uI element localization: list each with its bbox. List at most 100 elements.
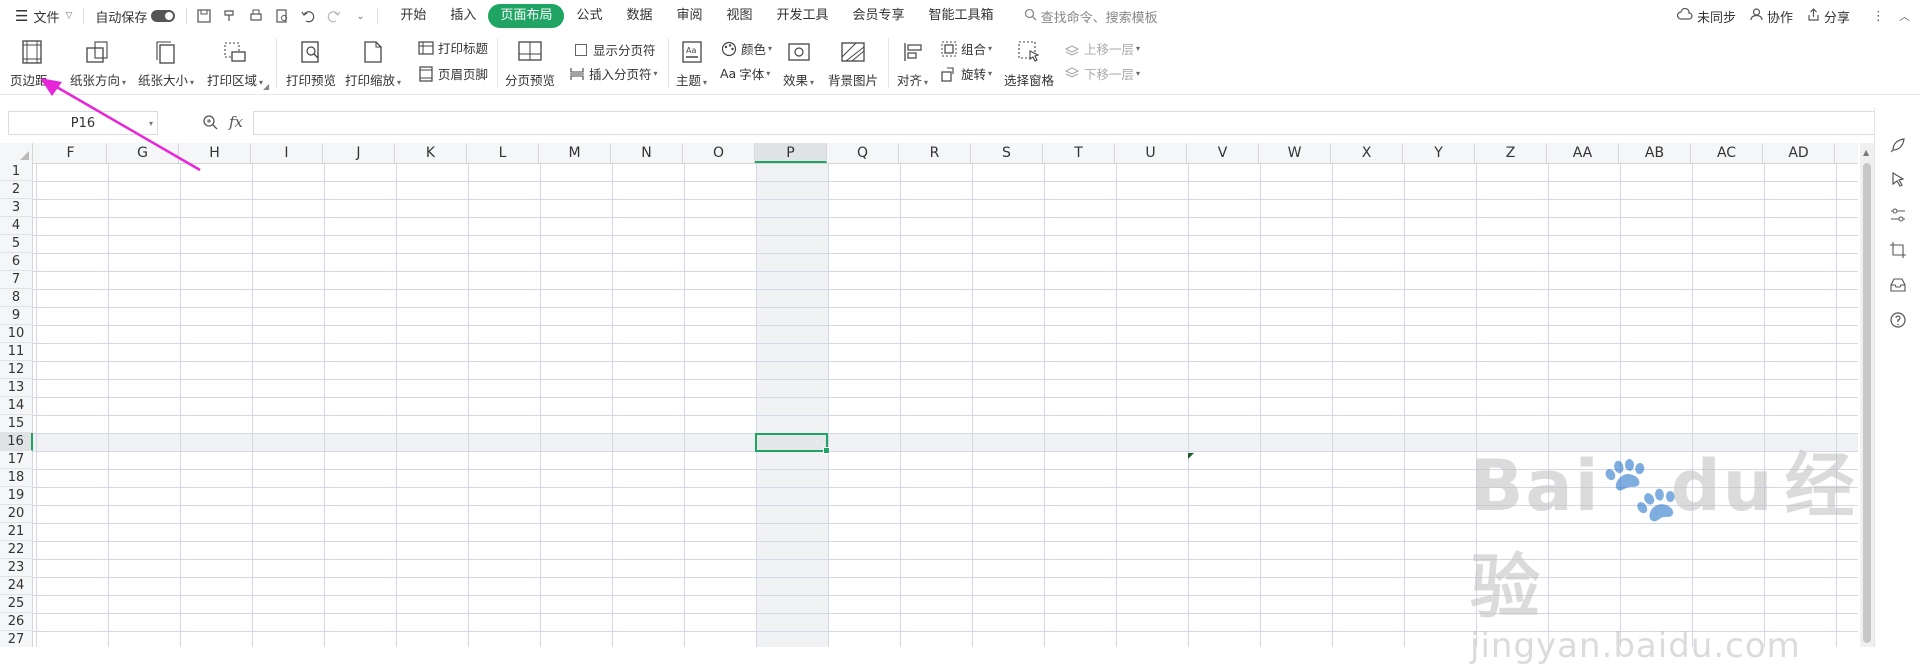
paper-size-button[interactable]: 纸张大小 ▾ — [138, 38, 194, 89]
command-search[interactable]: 查找命令、搜索模板 — [1024, 7, 1158, 26]
row-header[interactable]: 9 — [0, 307, 33, 325]
dialog-launcher-icon[interactable]: ◢ — [263, 82, 269, 91]
print-icon[interactable] — [248, 8, 264, 24]
tab-developer[interactable]: 开发工具 — [765, 4, 841, 28]
print-area-button[interactable]: 打印区域 ▾ — [207, 38, 263, 89]
align-button[interactable]: 对齐 ▾ — [897, 38, 928, 89]
customize-quick-access-icon[interactable]: ⌄ — [352, 8, 368, 24]
column-header[interactable]: Y — [1403, 143, 1475, 163]
column-header[interactable]: S — [971, 143, 1043, 163]
row-header[interactable]: 4 — [0, 217, 33, 235]
crop-transform-icon[interactable] — [1889, 241, 1907, 259]
row-header[interactable]: 7 — [0, 271, 33, 289]
bring-forward-button[interactable]: 上移一层 ▾ — [1063, 39, 1140, 58]
file-menu[interactable]: ☰ 文件 ▽ — [8, 4, 79, 28]
colors-button[interactable]: 颜色 ▾ — [720, 39, 772, 58]
redo-icon[interactable] — [326, 8, 342, 24]
column-header[interactable]: N — [611, 143, 683, 163]
print-scale-button[interactable]: 打印缩放 ▾ — [345, 38, 401, 89]
row-header[interactable]: 27 — [0, 631, 33, 647]
more-options-icon[interactable]: ⋮ — [1872, 9, 1885, 24]
send-backward-button[interactable]: 下移一层 ▾ — [1063, 64, 1140, 83]
insert-page-break-button[interactable]: 插入分页符 ▾ — [568, 64, 658, 83]
collab-button[interactable]: 协作 — [1750, 7, 1793, 26]
tab-insert[interactable]: 插入 — [438, 4, 488, 28]
row-header[interactable]: 5 — [0, 235, 33, 253]
row-header[interactable]: 21 — [0, 523, 33, 541]
column-header[interactable]: I — [251, 143, 323, 163]
tab-page-layout[interactable]: 页面布局 — [488, 4, 565, 28]
tab-review[interactable]: 审阅 — [664, 4, 714, 28]
name-box[interactable]: P16 ▾ — [8, 111, 158, 135]
column-header[interactable]: Z — [1475, 143, 1547, 163]
row-header[interactable]: 1 — [0, 163, 33, 181]
column-header[interactable]: U — [1115, 143, 1187, 163]
row-header[interactable]: 17 — [0, 451, 33, 469]
autosave-toggle[interactable]: 自动保存 — [88, 4, 182, 28]
orientation-button[interactable]: 纸张方向 ▾ — [70, 38, 126, 89]
print-titles-button[interactable]: 打印标题 — [417, 38, 488, 57]
tab-home[interactable]: 开始 — [388, 4, 438, 28]
column-header[interactable]: M — [539, 143, 611, 163]
share-button[interactable]: 分享 — [1807, 7, 1850, 26]
select-all-corner[interactable] — [0, 143, 33, 163]
background-image-button[interactable]: 背景图片 — [828, 38, 878, 89]
column-header[interactable]: O — [683, 143, 755, 163]
row-header[interactable]: 12 — [0, 361, 33, 379]
tab-member[interactable]: 会员专享 — [841, 4, 917, 28]
group-button[interactable]: 组合 ▾ — [940, 39, 992, 58]
zoom-magnifier-icon[interactable] — [202, 114, 218, 134]
row-header[interactable]: 26 — [0, 613, 33, 631]
column-header[interactable]: W — [1259, 143, 1331, 163]
column-header[interactable]: V — [1187, 143, 1259, 163]
help-icon[interactable] — [1889, 311, 1907, 329]
row-header[interactable]: 2 — [0, 181, 33, 199]
scroll-up-icon[interactable]: ▲ — [1863, 148, 1869, 157]
column-header[interactable]: H — [179, 143, 251, 163]
effects-button[interactable]: 效果 ▾ — [783, 38, 814, 89]
print-preview-button[interactable]: 打印预览 — [286, 38, 336, 89]
row-header[interactable]: 20 — [0, 505, 33, 523]
row-header[interactable]: 6 — [0, 253, 33, 271]
cursor-select-icon[interactable] — [1889, 171, 1907, 189]
collapse-ribbon-icon[interactable]: ︿ — [1899, 8, 1910, 24]
tab-view[interactable]: 视图 — [715, 4, 765, 28]
column-header[interactable]: J — [323, 143, 395, 163]
column-header[interactable]: R — [899, 143, 971, 163]
column-header[interactable]: F — [35, 143, 107, 163]
rocket-icon[interactable] — [1889, 136, 1907, 154]
tab-smart-toolbox[interactable]: 智能工具箱 — [917, 4, 1006, 28]
row-header[interactable]: 14 — [0, 397, 33, 415]
row-header[interactable]: 8 — [0, 289, 33, 307]
inbox-icon[interactable] — [1889, 276, 1907, 294]
row-header[interactable]: 10 — [0, 325, 33, 343]
formula-input[interactable] — [253, 111, 1875, 135]
column-header[interactable]: AC — [1691, 143, 1763, 163]
row-header[interactable]: 15 — [0, 415, 33, 433]
save-icon[interactable] — [196, 8, 212, 24]
column-header[interactable]: AD — [1763, 143, 1835, 163]
tab-formulas[interactable]: 公式 — [564, 4, 614, 28]
sliders-icon[interactable] — [1889, 206, 1907, 224]
selection-pane-button[interactable]: 选择窗格 — [1004, 38, 1054, 89]
column-header[interactable]: AA — [1547, 143, 1619, 163]
row-header[interactable]: 23 — [0, 559, 33, 577]
undo-icon[interactable] — [300, 8, 316, 24]
row-header[interactable]: 24 — [0, 577, 33, 595]
insert-function-icon[interactable]: fx — [229, 113, 243, 131]
margins-button[interactable]: 页边距 ▾ — [10, 38, 54, 89]
column-header[interactable]: AB — [1619, 143, 1691, 163]
column-header[interactable]: P — [755, 143, 827, 163]
show-page-breaks-checkbox[interactable]: 显示分页符 — [572, 40, 656, 59]
format-painter-icon[interactable] — [222, 8, 238, 24]
row-header[interactable]: 19 — [0, 487, 33, 505]
row-header[interactable]: 18 — [0, 469, 33, 487]
column-header[interactable]: X — [1331, 143, 1403, 163]
row-header[interactable]: 25 — [0, 595, 33, 613]
row-header[interactable]: 11 — [0, 343, 33, 361]
sync-status[interactable]: 未同步 — [1676, 7, 1736, 26]
row-header[interactable]: 16 — [0, 433, 33, 451]
header-footer-button[interactable]: 页眉页脚 — [417, 64, 488, 83]
tab-data[interactable]: 数据 — [614, 4, 664, 28]
page-break-preview-button[interactable]: 分页预览 — [505, 38, 555, 89]
